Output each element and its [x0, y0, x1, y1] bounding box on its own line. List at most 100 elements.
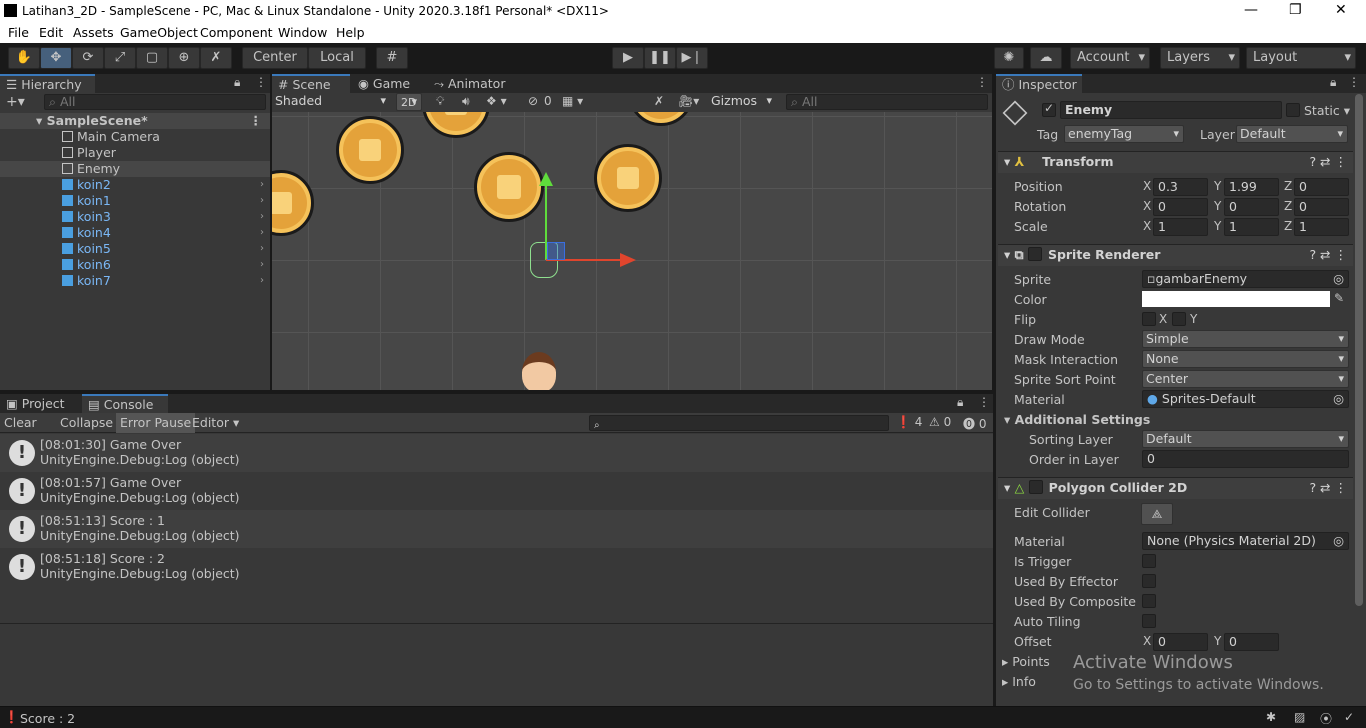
rotation-z-field[interactable]: 0 [1294, 198, 1349, 216]
editor-dropdown[interactable]: Editor ▾ [192, 415, 239, 430]
pivot-local-button[interactable]: Local [308, 47, 366, 69]
scene-search-input[interactable]: ⌕ All [786, 94, 988, 110]
move-gizmo-plane-handle[interactable] [547, 242, 565, 260]
collab-icon[interactable]: ✺ [994, 47, 1024, 69]
component-menu-icons[interactable]: ? ⇄ ⋮ [1309, 245, 1347, 265]
mode-2d-toggle[interactable]: 2D [396, 93, 422, 111]
menu-component[interactable]: Component [200, 25, 273, 40]
network-icon[interactable]: ⦿ [1320, 710, 1332, 727]
order-in-layer-field[interactable]: 0 [1142, 450, 1349, 468]
kebab-menu-icon[interactable]: ⋮ [1348, 75, 1360, 89]
object-picker-icon[interactable]: ◎ [1333, 533, 1344, 549]
sprite-renderer-header[interactable]: ▾ ⧉ Sprite Renderer ? ⇄ ⋮ [998, 244, 1353, 266]
clear-button[interactable]: Clear [4, 415, 37, 430]
edit-collider-button[interactable]: ⟁ [1141, 503, 1173, 525]
kebab-menu-icon[interactable]: ⋮ [976, 75, 988, 89]
chevron-right-icon[interactable]: › [260, 193, 264, 209]
coin-sprite[interactable] [628, 112, 694, 126]
audio-icon[interactable]: 🔊︎ [462, 94, 470, 109]
mask-interaction-dropdown[interactable]: None [1142, 350, 1349, 368]
log-entry[interactable]: ! [08:01:57] Game Over UnityEngine.Debug:L… [0, 472, 993, 510]
inspector-scrollbar[interactable] [1355, 94, 1363, 606]
pivot-center-button[interactable]: Center [242, 47, 308, 69]
menu-file[interactable]: File [8, 25, 29, 40]
list-item[interactable]: koin7 › [0, 273, 270, 289]
list-item[interactable]: Player [0, 145, 270, 161]
menu-assets[interactable]: Assets [73, 25, 114, 40]
lock-icon[interactable]: 🔒︎ [1330, 75, 1336, 90]
chevron-right-icon[interactable]: › [260, 177, 264, 193]
object-name-field[interactable]: Enemy [1060, 101, 1282, 119]
progress-icon[interactable]: ▨ [1294, 710, 1305, 724]
restore-icon[interactable]: ❐ [1289, 2, 1302, 18]
draw-mode-dropdown[interactable]: Simple [1142, 330, 1349, 348]
list-item[interactable]: koin1 › [0, 193, 270, 209]
object-picker-icon[interactable]: ◎ [1333, 271, 1344, 287]
log-entry[interactable]: ! [08:51:18] Score : 2 UnityEngine.Debug:L… [0, 548, 993, 586]
menu-help[interactable]: Help [336, 25, 365, 40]
list-item-selected[interactable]: Enemy [0, 161, 270, 177]
tools-icon[interactable]: ✗ [654, 94, 664, 108]
chevron-right-icon[interactable]: › [260, 225, 264, 241]
list-item[interactable]: Main Camera [0, 129, 270, 145]
scene-root-row[interactable]: ▾ SampleScene* ⋮ [0, 113, 270, 129]
kebab-menu-icon[interactable]: ⋮ [255, 75, 267, 89]
chevron-right-icon[interactable]: › [260, 209, 264, 225]
shading-dropdown[interactable]: Shaded [272, 93, 390, 111]
grid-snap-icon[interactable]: # [376, 47, 408, 69]
pause-button[interactable]: ❚❚ [644, 47, 676, 69]
layer-dropdown[interactable]: Default [1236, 125, 1348, 143]
close-icon[interactable]: ✕ [1335, 2, 1347, 18]
additional-settings-foldout[interactable]: ▾ Additional Settings [1004, 412, 1150, 427]
coin-sprite[interactable] [336, 116, 404, 184]
chevron-right-icon[interactable]: › [260, 257, 264, 273]
static-dropdown[interactable]: Static ▾ [1304, 103, 1350, 118]
offset-y-field[interactable]: 0 [1224, 633, 1279, 651]
list-item[interactable]: koin4 › [0, 225, 270, 241]
list-item[interactable]: koin2 › [0, 177, 270, 193]
color-swatch[interactable] [1142, 291, 1330, 307]
transform-tool-icon[interactable]: ⊕ [168, 47, 200, 69]
tab-console[interactable]: ▤ Console [82, 394, 168, 413]
log-count-toggle[interactable]: ❗ 4 [896, 415, 922, 429]
points-foldout[interactable]: ▸ Points [1002, 654, 1050, 669]
info-foldout[interactable]: ▸ Info [1002, 674, 1036, 689]
chevron-right-icon[interactable]: › [260, 241, 264, 257]
tab-animator[interactable]: ⤳ Animator [428, 74, 518, 93]
lock-icon[interactable]: 🔒︎ [957, 395, 963, 410]
layout-dropdown[interactable]: Layout ▾ [1246, 47, 1356, 69]
scale-tool-icon[interactable]: ⤢ [104, 47, 136, 69]
kebab-menu-icon[interactable]: ⋮ [978, 395, 990, 409]
camera-icon[interactable]: 🎥︎▾ [678, 94, 699, 108]
rotation-x-field[interactable]: 0 [1153, 198, 1208, 216]
coin-sprite[interactable] [474, 152, 544, 222]
sprite-field[interactable]: ▫gambarEnemy ◎ [1142, 270, 1349, 288]
object-picker-icon[interactable]: ◎ [1333, 391, 1344, 407]
warning-count-toggle[interactable]: ⚠ 0 [929, 415, 951, 429]
move-gizmo-x-arrow[interactable] [620, 253, 636, 267]
custom-tool-icon[interactable]: ✗ [200, 47, 232, 69]
player-sprite[interactable] [522, 352, 556, 390]
transform-header[interactable]: ▾ ⅄ Transform ? ⇄ ⋮ [998, 151, 1353, 173]
step-button[interactable]: ▶❘ [676, 47, 708, 69]
eyedropper-icon[interactable]: ✎ [1334, 291, 1344, 305]
tab-hierarchy[interactable]: ☰ Hierarchy [0, 74, 95, 93]
log-entry[interactable]: ! [08:01:30] Game Over UnityEngine.Debug:L… [0, 434, 993, 472]
hidden-objects-icon[interactable]: ⊘ [528, 94, 538, 108]
enabled-checkbox[interactable] [1028, 480, 1043, 494]
error-pause-button[interactable]: Error Pause [116, 413, 196, 433]
add-icon[interactable]: +▾ [6, 94, 25, 110]
tab-scene[interactable]: # Scene [272, 74, 350, 93]
position-z-field[interactable]: 0 [1294, 178, 1349, 196]
used-by-composite-checkbox[interactable] [1142, 594, 1156, 608]
position-y-field[interactable]: 1.99 [1224, 178, 1279, 196]
sorting-layer-dropdown[interactable]: Default [1142, 430, 1349, 448]
coin-sprite[interactable] [422, 112, 490, 138]
scene-viewport[interactable] [272, 112, 992, 390]
list-item[interactable]: koin5 › [0, 241, 270, 257]
active-checkbox[interactable]: ✓ [1042, 101, 1056, 117]
scale-z-field[interactable]: 1 [1294, 218, 1349, 236]
tab-inspector[interactable]: ⓘ Inspector [996, 74, 1082, 93]
rotation-y-field[interactable]: 0 [1224, 198, 1279, 216]
hand-tool-icon[interactable]: ✋ [8, 47, 40, 69]
